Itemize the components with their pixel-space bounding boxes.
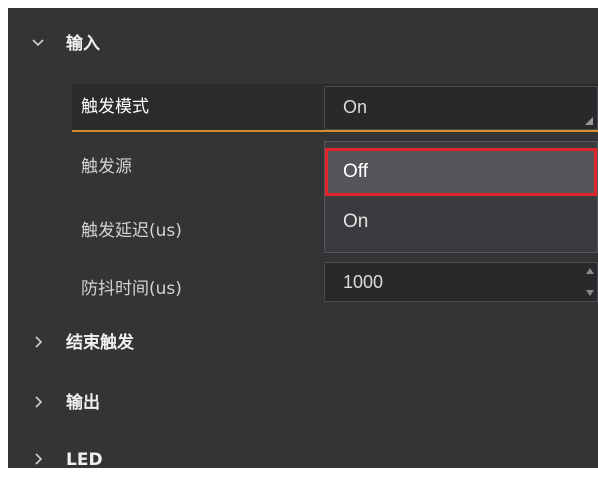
chevron-right-icon <box>35 453 43 465</box>
chevron-right-icon <box>35 336 43 348</box>
option-label: On <box>343 211 369 232</box>
trigger-mode-select[interactable]: On <box>324 86 598 130</box>
section-header-output[interactable]: 输出 <box>8 383 598 423</box>
section-label: 输出 <box>66 393 100 413</box>
select-value: On <box>343 97 368 117</box>
spinbox-value: 1000 <box>343 272 384 292</box>
properties-panel: 输入 触发模式 On 触发源 触发延迟(us) 防抖时间(us) 1000 Of… <box>8 8 598 470</box>
section-header-end-trigger[interactable]: 结束触发 <box>8 323 598 363</box>
trigger-mode-dropdown-list: Off On <box>324 141 598 253</box>
chevron-down-icon <box>32 39 44 47</box>
selection-underline <box>72 130 598 132</box>
dropdown-option-on[interactable]: On <box>325 200 597 248</box>
decrement-arrow-icon[interactable] <box>585 288 595 298</box>
section-header-input[interactable]: 输入 <box>8 24 598 64</box>
dropdown-corner-icon <box>585 117 593 125</box>
section-label: 结束触发 <box>66 333 134 353</box>
section-header-led[interactable]: LED <box>8 440 598 480</box>
increment-arrow-icon[interactable] <box>585 266 595 276</box>
property-label: 触发模式 <box>81 97 149 117</box>
dropdown-option-off[interactable]: Off <box>325 148 597 196</box>
chevron-right-icon <box>35 396 43 408</box>
property-label: 触发延迟(us) <box>81 221 182 241</box>
option-label: Off <box>343 161 368 182</box>
property-label: 触发源 <box>81 157 132 177</box>
debounce-time-spinbox[interactable]: 1000 <box>324 262 598 302</box>
section-label: 输入 <box>66 34 100 54</box>
property-label: 防抖时间(us) <box>81 279 182 299</box>
